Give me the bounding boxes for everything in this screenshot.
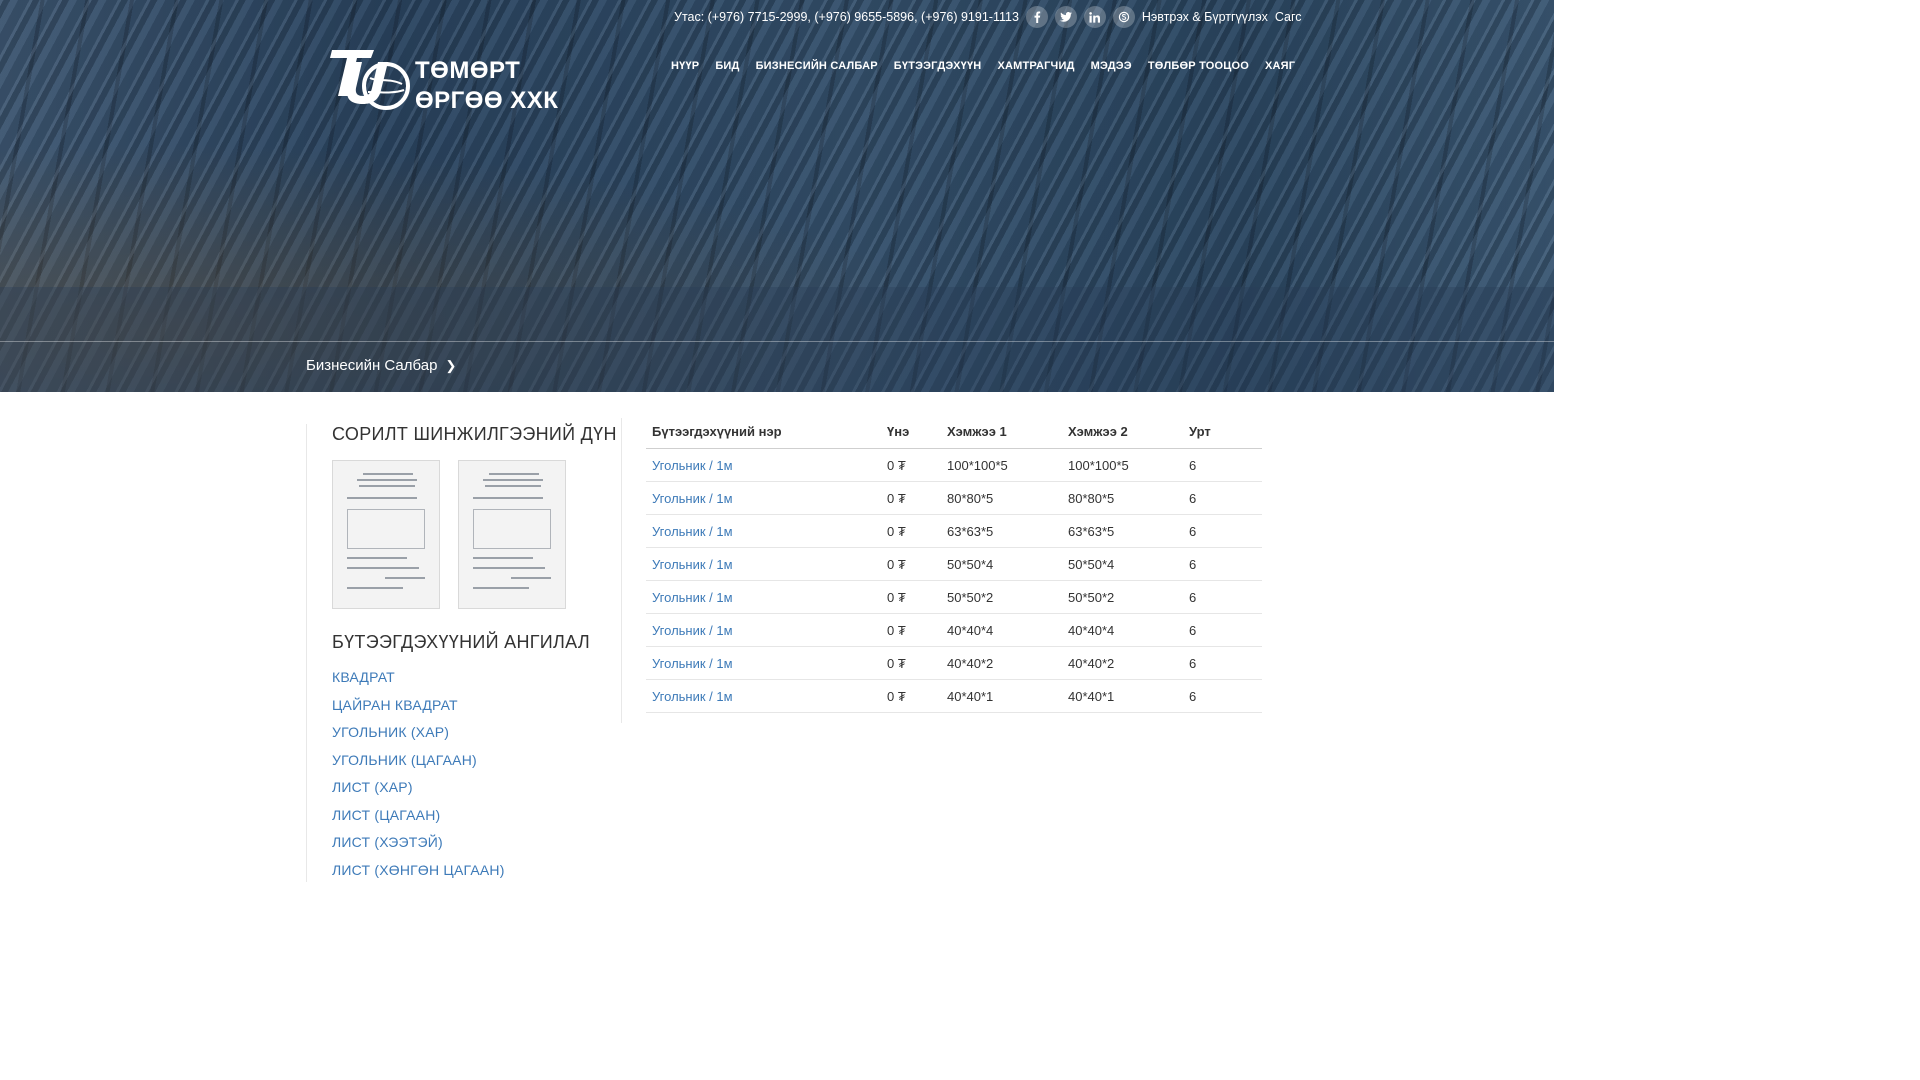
social-links (1025, 6, 1135, 28)
product-link[interactable]: Угольник / 1м (646, 448, 881, 482)
price-cell: 0 ₮ (881, 613, 941, 647)
length-cell: 6 (1183, 679, 1262, 713)
categories-title: БҮТЭЭГДЭХҮҮНИЙ АНГИЛАЛ (332, 632, 590, 652)
product-table-section: Бүтээгдэхүүний нэр Үнэ Хэмжээ 1 Хэмжээ 2… (646, 415, 1262, 713)
nav-partners[interactable]: ХАМТРАГЧИД (997, 60, 1074, 72)
category-link[interactable]: ЛИСТ (ХАР) (332, 777, 505, 805)
nav-products[interactable]: БҮТЭЭГДЭХҮҮН (894, 60, 982, 72)
chevron-right-icon: ❯ (445, 357, 457, 373)
product-link[interactable]: Угольник / 1м (646, 481, 881, 515)
length-cell: 6 (1183, 547, 1262, 581)
certificate-image-2[interactable] (458, 460, 566, 609)
length-cell: 6 (1183, 646, 1262, 680)
size-1-cell: 63*63*5 (941, 514, 1062, 548)
header-product-name: Бүтээгдэхүүний нэр (646, 415, 881, 449)
header-size-2: Хэмжээ 2 (1062, 415, 1183, 449)
nav-payment[interactable]: ТӨЛБӨР ТООЦОО (1148, 60, 1249, 72)
price-cell: 0 ₮ (881, 679, 941, 713)
nav-business-sectors[interactable]: БИЗНЕСИЙН САЛБАР (756, 60, 878, 72)
table-row: Угольник / 1м 0 ₮ 40*40*4 40*40*4 6 (646, 613, 1262, 647)
size-2-cell: 40*40*4 (1062, 613, 1183, 647)
size-2-cell: 40*40*2 (1062, 646, 1183, 680)
table-row: Угольник / 1м 0 ₮ 40*40*1 40*40*1 6 (646, 679, 1262, 713)
header-size-1: Хэмжээ 1 (941, 415, 1062, 449)
nav-news[interactable]: МЭДЭЭ (1091, 60, 1132, 72)
nav-home[interactable]: НҮҮР (671, 60, 699, 72)
size-1-cell: 100*100*5 (941, 448, 1062, 482)
category-link[interactable]: ЛИСТ (ЦАГААН) (332, 805, 505, 833)
linkedin-icon[interactable] (1083, 6, 1106, 28)
product-link[interactable]: Угольник / 1м (646, 547, 881, 581)
breadcrumb-item[interactable]: Бизнесийн Салбар (306, 357, 437, 374)
phone-numbers: Утас: (+976) 7715-2999, (+976) 9655-5896… (674, 10, 1019, 24)
category-link[interactable]: КВАДРАТ (332, 667, 505, 695)
hero-divider (0, 341, 1554, 342)
table-row: Угольник / 1м 0 ₮ 63*63*5 63*63*5 6 (646, 514, 1262, 548)
cart-link[interactable]: Сагс (1275, 10, 1302, 24)
price-cell: 0 ₮ (881, 448, 941, 482)
twitter-icon[interactable] (1054, 6, 1077, 28)
size-1-cell: 50*50*2 (941, 580, 1062, 614)
size-2-cell: 63*63*5 (1062, 514, 1183, 548)
facebook-icon[interactable] (1025, 6, 1048, 28)
category-list: КВАДРАТ ЦАЙРАН КВАДРАТ УГОЛЬНИК (ХАР) УГ… (332, 667, 505, 887)
main-nav: НҮҮР БИД БИЗНЕСИЙН САЛБАР БҮТЭЭГДЭХҮҮН Х… (671, 60, 1295, 72)
table-row: Угольник / 1м 0 ₮ 80*80*5 80*80*5 6 (646, 481, 1262, 515)
category-link[interactable]: ЛИСТ (ХӨНГӨН ЦАГААН) (332, 860, 505, 888)
table-row: Угольник / 1м 0 ₮ 100*100*5 100*100*5 6 (646, 448, 1262, 482)
length-cell: 6 (1183, 580, 1262, 614)
product-link[interactable]: Угольник / 1м (646, 580, 881, 614)
logo-line-1: ТӨМӨРТ (415, 57, 521, 84)
length-cell: 6 (1183, 514, 1262, 548)
product-link[interactable]: Угольник / 1м (646, 613, 881, 647)
size-2-cell: 50*50*4 (1062, 547, 1183, 581)
size-2-cell: 40*40*1 (1062, 679, 1183, 713)
content-divider (621, 418, 622, 723)
category-link[interactable]: УГОЛЬНИК (ХАР) (332, 722, 505, 750)
login-register-link[interactable]: Нэвтрэх & Бүртгүүлэх (1142, 10, 1268, 24)
size-1-cell: 40*40*4 (941, 613, 1062, 647)
size-1-cell: 40*40*1 (941, 679, 1062, 713)
header-price: Үнэ (881, 415, 941, 449)
table-row: Угольник / 1м 0 ₮ 50*50*4 50*50*4 6 (646, 547, 1262, 581)
size-2-cell: 50*50*2 (1062, 580, 1183, 614)
table-header-row: Бүтээгдэхүүний нэр Үнэ Хэмжээ 1 Хэмжээ 2… (646, 415, 1262, 449)
product-link[interactable]: Угольник / 1м (646, 514, 881, 548)
sidebar: СОРИЛТ ШИНЖИЛГЭЭНИЙ ДҮН БҮТЭЭГДЭХҮҮНИЙ А (306, 424, 616, 882)
skype-icon[interactable] (1112, 6, 1135, 28)
product-link[interactable]: Угольник / 1м (646, 646, 881, 680)
test-results-title: СОРИЛТ ШИНЖИЛГЭЭНИЙ ДҮН (332, 424, 617, 444)
product-link[interactable]: Угольник / 1м (646, 679, 881, 713)
size-2-cell: 80*80*5 (1062, 481, 1183, 515)
price-cell: 0 ₮ (881, 547, 941, 581)
size-1-cell: 50*50*4 (941, 547, 1062, 581)
nav-address[interactable]: ХАЯГ (1265, 60, 1295, 72)
header-length: Урт (1183, 415, 1262, 449)
category-link[interactable]: УГОЛЬНИК (ЦАГААН) (332, 750, 505, 778)
price-cell: 0 ₮ (881, 646, 941, 680)
price-cell: 0 ₮ (881, 580, 941, 614)
logo-text: ТӨМӨРТ ӨРГӨӨ ХХК (415, 56, 558, 116)
top-bar: Утас: (+976) 7715-2999, (+976) 9655-5896… (674, 6, 1301, 28)
certificate-image-1[interactable] (332, 460, 440, 609)
nav-about[interactable]: БИД (715, 60, 739, 72)
category-link[interactable]: ЦАЙРАН КВАДРАТ (332, 695, 505, 723)
price-cell: 0 ₮ (881, 514, 941, 548)
category-link[interactable]: ЛИСТ (ХЭЭТЭЙ) (332, 832, 505, 860)
length-cell: 6 (1183, 481, 1262, 515)
price-cell: 0 ₮ (881, 481, 941, 515)
length-cell: 6 (1183, 448, 1262, 482)
table-row: Угольник / 1м 0 ₮ 50*50*2 50*50*2 6 (646, 580, 1262, 614)
size-1-cell: 80*80*5 (941, 481, 1062, 515)
size-2-cell: 100*100*5 (1062, 448, 1183, 482)
logo-line-2: ӨРГӨӨ ХХК (415, 87, 559, 114)
table-row: Угольник / 1м 0 ₮ 40*40*2 40*40*2 6 (646, 646, 1262, 680)
scrollbar-gutter (1554, 0, 1568, 392)
length-cell: 6 (1183, 613, 1262, 647)
hero-band (0, 287, 1554, 392)
breadcrumb: Бизнесийн Салбар ❯ (306, 357, 456, 374)
size-1-cell: 40*40*2 (941, 646, 1062, 680)
product-table: Бүтээгдэхүүний нэр Үнэ Хэмжээ 1 Хэмжээ 2… (646, 415, 1262, 713)
